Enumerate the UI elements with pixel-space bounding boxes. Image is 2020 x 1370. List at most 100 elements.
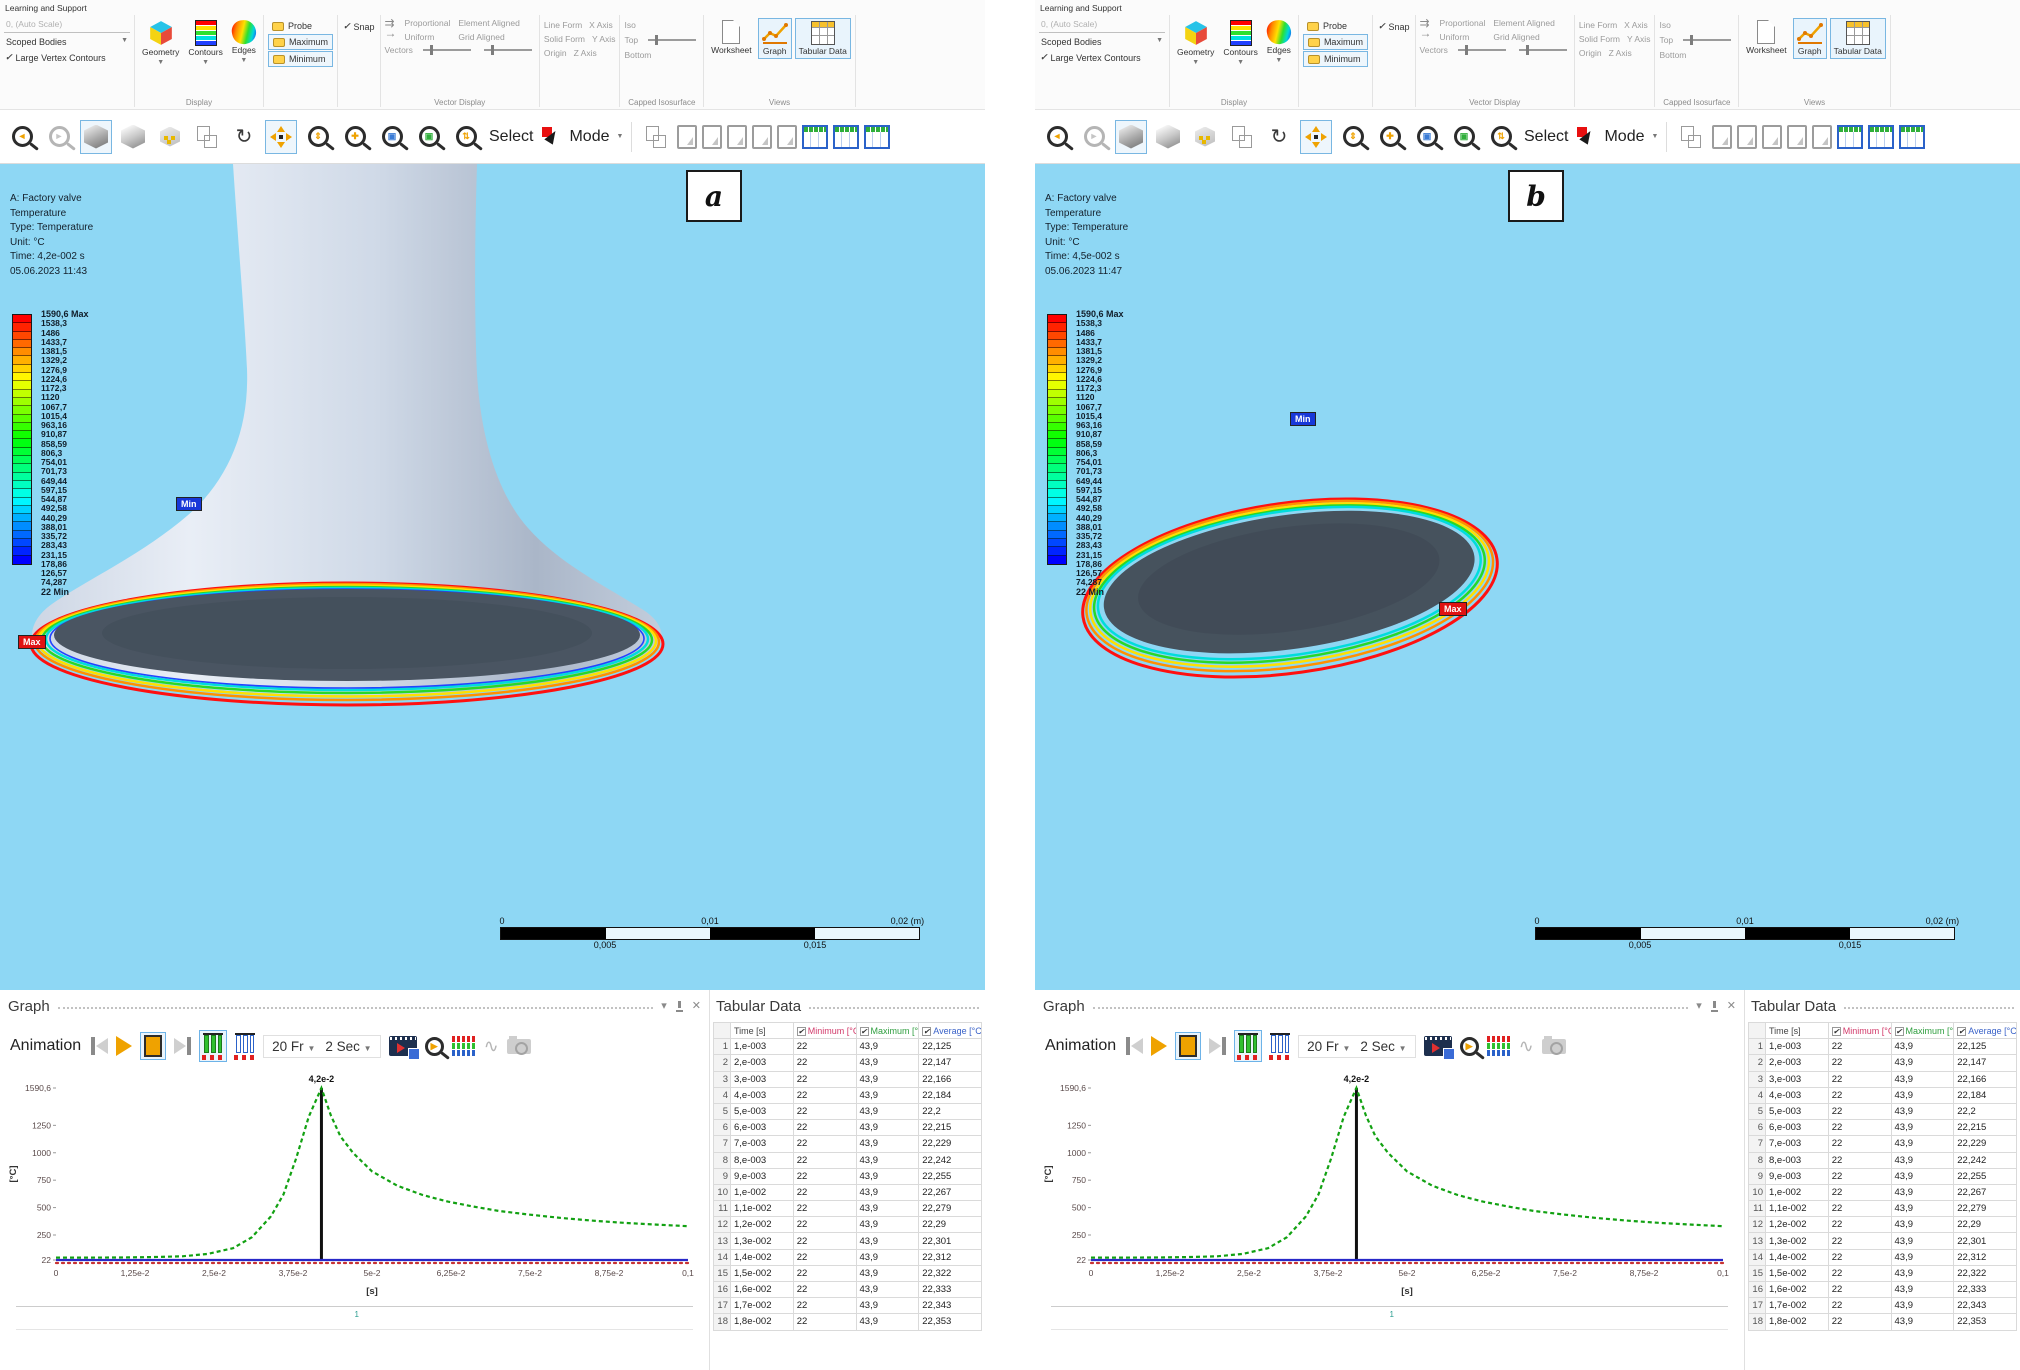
checkbox-icon[interactable]: ✔ <box>797 1027 806 1036</box>
large-vertex-contours-checkbox[interactable]: ✓Large Vertex Contours <box>1039 49 1165 66</box>
max-probe-tag[interactable]: Max <box>1439 602 1467 616</box>
probe-button[interactable]: Probe <box>268 19 333 33</box>
box-zoom-button[interactable]: ▣ <box>1411 120 1443 154</box>
geometry-button[interactable]: Geometry▼ <box>139 18 182 68</box>
element-aligned-option[interactable]: Element Aligned <box>458 18 519 28</box>
y-axis-option[interactable]: Y Axis <box>592 34 615 44</box>
z-axis-option[interactable]: Z Axis <box>1609 48 1632 58</box>
average-column-header[interactable]: ✔Average [°C] <box>1954 1023 2017 1039</box>
go-to-end-button[interactable] <box>1209 1037 1226 1055</box>
table-row[interactable]: 10 1,e-002 22 43,9 22,267 <box>1749 1184 2017 1200</box>
zoom-capped-button[interactable]: ⇅ <box>1485 120 1517 154</box>
table-row[interactable]: 11 1,1e-002 22 43,9 22,279 <box>714 1201 982 1217</box>
table-row[interactable]: 18 1,8e-002 22 43,9 22,353 <box>1749 1314 2017 1330</box>
proportional-option[interactable]: Proportional <box>405 18 451 28</box>
minimum-column-header[interactable]: ✔Minimum [°C] <box>793 1023 856 1039</box>
table-row[interactable]: 13 1,3e-002 22 43,9 22,301 <box>1749 1233 2017 1249</box>
zoom-in-out-button[interactable]: ⇕ <box>302 120 334 154</box>
x-axis-option[interactable]: X Axis <box>1624 20 1648 30</box>
rotate-button[interactable]: ↻ <box>228 120 260 154</box>
table-row[interactable]: 18 1,8e-002 22 43,9 22,353 <box>714 1314 982 1330</box>
vector-length-slider[interactable] <box>423 49 471 51</box>
select-vertex-icon[interactable] <box>1787 125 1807 149</box>
table-row[interactable]: 7 7,e-003 22 43,9 22,229 <box>714 1136 982 1152</box>
min-probe-tag[interactable]: Min <box>1290 412 1316 426</box>
box-zoom-button[interactable]: ▣ <box>376 120 408 154</box>
maximum-column-header[interactable]: ✔Maximum [°C] <box>856 1023 919 1039</box>
mode-dropdown[interactable]: Mode <box>1604 128 1644 146</box>
drag-handle[interactable] <box>1844 1007 2014 1009</box>
table-view-icon[interactable] <box>1837 125 1863 149</box>
geometry-button[interactable]: Geometry▼ <box>1174 18 1217 68</box>
pan-button[interactable] <box>265 120 297 154</box>
pin-icon[interactable] <box>1710 1001 1719 1012</box>
select-label[interactable]: Select <box>489 128 533 146</box>
top-option[interactable]: Top <box>1659 35 1673 45</box>
label-tree-button[interactable] <box>1675 120 1707 154</box>
random-colors-button[interactable] <box>154 120 186 154</box>
close-icon[interactable]: ✕ <box>692 1001 701 1012</box>
graph-view-button[interactable]: Graph <box>1793 18 1827 59</box>
scoped-bodies-dropdown[interactable]: Scoped Bodies▼ <box>4 33 130 49</box>
graph-view-button[interactable]: Graph <box>758 18 792 59</box>
select-label[interactable]: Select <box>1524 128 1568 146</box>
proportional-option[interactable]: Proportional <box>1440 18 1486 28</box>
table-row[interactable]: 17 1,7e-002 22 43,9 22,343 <box>714 1298 982 1314</box>
edges-button[interactable]: Edges▼ <box>1264 18 1294 68</box>
iso-option[interactable]: Iso <box>624 20 635 30</box>
3d-viewport[interactable]: A: Factory valveTemperatureType: Tempera… <box>1035 164 2020 990</box>
extend-selection-icon[interactable] <box>1812 125 1832 149</box>
table-export-icon[interactable] <box>833 125 859 149</box>
table-view-icon[interactable] <box>802 125 828 149</box>
table-row[interactable]: 1 1,e-003 22 43,9 22,125 <box>714 1039 982 1055</box>
element-aligned-option[interactable]: Element Aligned <box>1493 18 1554 28</box>
export-video-icon[interactable] <box>389 1036 417 1056</box>
auto-scale-field[interactable]: 0, (Auto Scale) <box>1039 18 1165 33</box>
table-row[interactable]: 12 1,2e-002 22 43,9 22,29 <box>714 1217 982 1233</box>
isosurface-slider[interactable] <box>1683 39 1731 41</box>
checkbox-icon[interactable]: ✔ <box>1957 1027 1966 1036</box>
zoom-to-time-icon[interactable]: ▶ <box>1460 1037 1479 1056</box>
distributed-result-button[interactable] <box>199 1030 227 1062</box>
table-row[interactable]: 9 9,e-003 22 43,9 22,255 <box>714 1168 982 1184</box>
isometric-view-button[interactable] <box>1115 120 1147 154</box>
table-row[interactable]: 2 2,e-003 22 43,9 22,147 <box>714 1055 982 1071</box>
table-row[interactable]: 3 3,e-003 22 43,9 22,166 <box>1749 1071 2017 1087</box>
select-vertex-icon[interactable] <box>752 125 772 149</box>
maximum-button[interactable]: Maximum <box>268 34 333 50</box>
maximum-column-header[interactable]: ✔Maximum [°C] <box>1891 1023 1954 1039</box>
table-row[interactable]: 15 1,5e-002 22 43,9 22,322 <box>714 1265 982 1281</box>
temperature-time-chart[interactable]: 1590,6125010007505002502201,25e-22,5e-23… <box>1037 1070 1737 1302</box>
minimum-button[interactable]: Minimum <box>1303 51 1368 67</box>
x-axis-option[interactable]: X Axis <box>589 20 613 30</box>
minimum-button[interactable]: Minimum <box>268 51 333 67</box>
table-row[interactable]: 15 1,5e-002 22 43,9 22,322 <box>1749 1265 2017 1281</box>
table-row[interactable]: 13 1,3e-002 22 43,9 22,301 <box>714 1233 982 1249</box>
zoom-plus-button[interactable]: ✚ <box>1374 120 1406 154</box>
table-options-icon[interactable] <box>864 125 890 149</box>
table-row[interactable]: 1 1,e-003 22 43,9 22,125 <box>1749 1039 2017 1055</box>
table-options-icon[interactable] <box>1899 125 1925 149</box>
auto-scale-field[interactable]: 0, (Auto Scale) <box>4 18 130 33</box>
distributed-result-button[interactable] <box>1234 1030 1262 1062</box>
table-row[interactable]: 17 1,7e-002 22 43,9 22,343 <box>1749 1298 2017 1314</box>
zoom-to-time-icon[interactable]: ▶ <box>425 1037 444 1056</box>
max-probe-tag[interactable]: Max <box>18 635 46 649</box>
line-form-option[interactable]: Line Form <box>544 20 582 30</box>
table-export-icon[interactable] <box>1868 125 1894 149</box>
tabular-data-view-button[interactable]: Tabular Data <box>1830 18 1886 59</box>
table-row[interactable]: 12 1,2e-002 22 43,9 22,29 <box>1749 1217 2017 1233</box>
constant-result-button[interactable] <box>235 1033 255 1059</box>
3d-viewport[interactable]: A: Factory valveTemperatureType: Tempera… <box>0 164 985 990</box>
worksheet-button[interactable]: Worksheet <box>708 18 754 59</box>
camera-icon[interactable] <box>1542 1039 1566 1054</box>
grid-aligned-option[interactable]: Grid Aligned <box>1493 32 1554 42</box>
checkbox-icon[interactable]: ✔ <box>922 1027 931 1036</box>
zoom-fit-button[interactable]: ▣ <box>1448 120 1480 154</box>
y-axis-option[interactable]: Y Axis <box>1627 34 1650 44</box>
animation-timeline[interactable]: 1 <box>16 1306 693 1330</box>
pan-button[interactable] <box>1300 120 1332 154</box>
table-row[interactable]: 3 3,e-003 22 43,9 22,166 <box>714 1071 982 1087</box>
table-row[interactable]: 2 2,e-003 22 43,9 22,147 <box>1749 1055 2017 1071</box>
tabular-data-view-button[interactable]: Tabular Data <box>795 18 851 59</box>
